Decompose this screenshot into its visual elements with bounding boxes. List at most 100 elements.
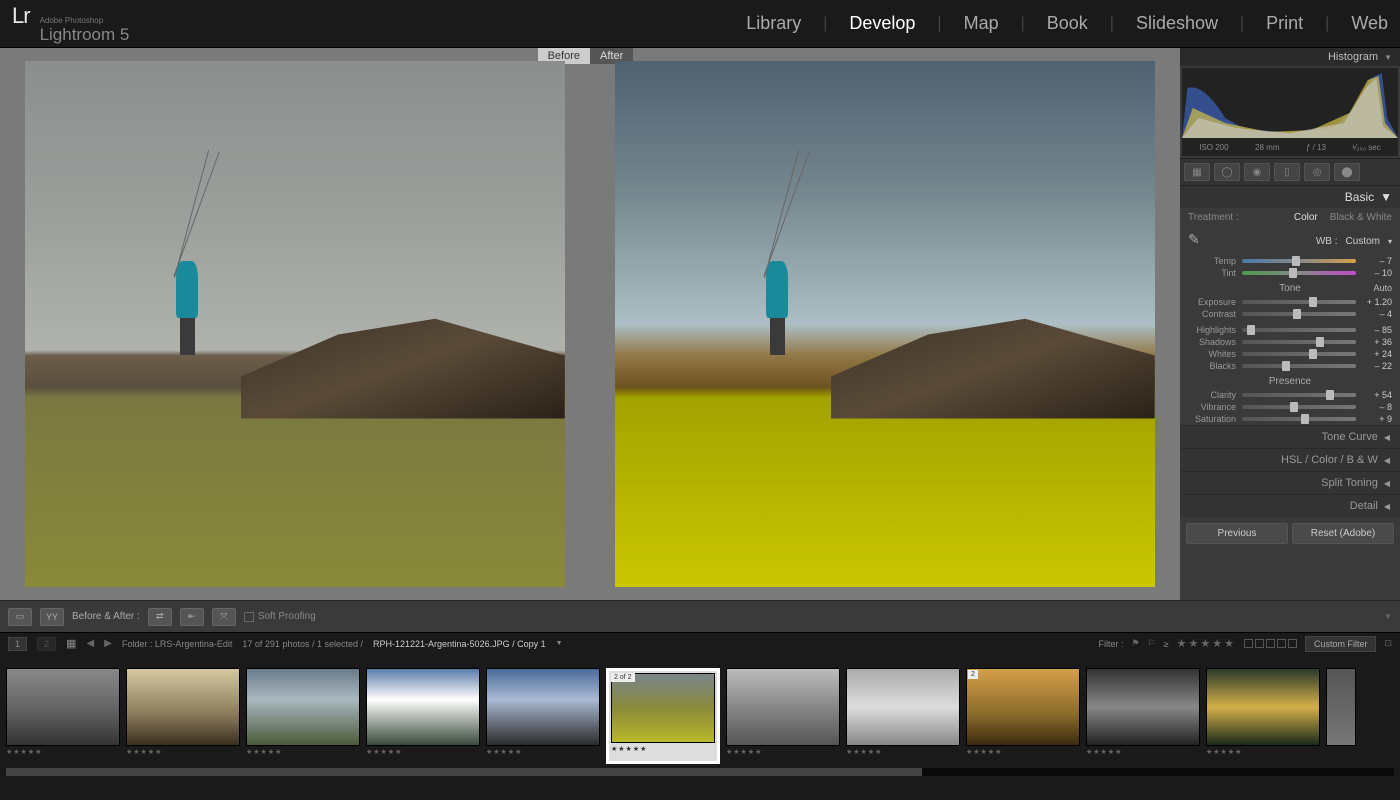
exposure-track[interactable] (1242, 300, 1356, 304)
tint-thumb[interactable] (1289, 268, 1297, 278)
thumbnail[interactable]: 2★★★★★ (966, 668, 1080, 764)
copy-after-icon[interactable]: ⤧ (212, 608, 236, 626)
highlights-value[interactable]: – 85 (1362, 325, 1392, 335)
contrast-slider[interactable]: Contrast – 4 (1180, 308, 1400, 320)
clarity-slider[interactable]: Clarity + 54 (1180, 389, 1400, 401)
temp-thumb[interactable] (1292, 256, 1300, 266)
thumbnail[interactable]: ★★★★★ (366, 668, 480, 764)
highlights-thumb[interactable] (1247, 325, 1255, 335)
histogram[interactable]: ISO 200 28 mm ƒ / 13 ¹⁄₂₅₀ sec (1182, 68, 1398, 156)
vibrance-track[interactable] (1242, 405, 1356, 409)
contrast-value[interactable]: – 4 (1362, 309, 1392, 319)
nav-next-icon[interactable]: ▶ (104, 638, 112, 649)
module-slideshow[interactable]: Slideshow (1136, 13, 1218, 34)
saturation-track[interactable] (1242, 417, 1356, 421)
thumbnail[interactable]: ★★★★★ (6, 668, 120, 764)
module-map[interactable]: Map (964, 13, 999, 34)
section-tone-curve[interactable]: Tone Curve◀ (1180, 425, 1400, 448)
shadows-slider[interactable]: Shadows + 36 (1180, 336, 1400, 348)
flag-icon[interactable] (703, 675, 713, 685)
thumbnail[interactable]: ★★★★★ (726, 668, 840, 764)
thumbnail[interactable]: ★★★★★ (1206, 668, 1320, 764)
exposure-thumb[interactable] (1309, 297, 1317, 307)
blacks-value[interactable]: – 22 (1362, 361, 1392, 371)
module-web[interactable]: Web (1351, 13, 1388, 34)
tint-value[interactable]: – 10 (1362, 268, 1392, 278)
vibrance-value[interactable]: – 8 (1362, 402, 1392, 412)
section-hsl-color-b-w[interactable]: HSL / Color / B & W◀ (1180, 448, 1400, 471)
nav-prev-icon[interactable]: ◀ (86, 638, 94, 649)
saturation-value[interactable]: + 9 (1362, 414, 1392, 424)
temp-slider[interactable]: Temp – 7 (1180, 255, 1400, 267)
copy-before-icon[interactable]: ⇤ (180, 608, 204, 626)
after-pane[interactable]: After (590, 48, 1180, 600)
thumbnail-selected[interactable]: 2 of 2 ★★★★★ (606, 668, 720, 764)
reset-button[interactable]: Reset (Adobe) (1292, 523, 1394, 544)
gradient-tool-icon[interactable]: ▯ (1274, 163, 1300, 181)
filmstrip-scrollbar[interactable] (6, 768, 1394, 776)
label-green[interactable] (1266, 639, 1275, 648)
module-develop[interactable]: Develop (849, 13, 915, 34)
blacks-slider[interactable]: Blacks – 22 (1180, 360, 1400, 372)
thumbnail[interactable] (1326, 668, 1356, 764)
auto-tone-button[interactable]: Auto (1373, 283, 1392, 293)
highlights-track[interactable] (1242, 328, 1356, 332)
label-purple[interactable] (1288, 639, 1297, 648)
saturation-thumb[interactable] (1301, 414, 1309, 424)
vibrance-thumb[interactable] (1290, 402, 1298, 412)
swap-icon[interactable]: ⇄ (148, 608, 172, 626)
window-1[interactable]: 1 (8, 637, 27, 651)
section-detail[interactable]: Detail◀ (1180, 494, 1400, 517)
flag-pick-icon[interactable]: ⚑ (1132, 638, 1140, 649)
saturation-slider[interactable]: Saturation + 9 (1180, 413, 1400, 425)
whites-thumb[interactable] (1309, 349, 1317, 359)
thumbnail[interactable]: ★★★★★ (846, 668, 960, 764)
contrast-track[interactable] (1242, 312, 1356, 316)
previous-button[interactable]: Previous (1186, 523, 1288, 544)
loupe-view-icon[interactable]: ▭ (8, 608, 32, 626)
label-blue[interactable] (1277, 639, 1286, 648)
basic-header[interactable]: Basic ▼ (1180, 186, 1400, 208)
shadows-value[interactable]: + 36 (1362, 337, 1392, 347)
grid-icon[interactable]: ▦ (66, 637, 76, 650)
treatment-color[interactable]: Color (1294, 212, 1318, 223)
temp-track[interactable] (1242, 259, 1356, 263)
clarity-value[interactable]: + 54 (1362, 390, 1392, 400)
clarity-track[interactable] (1242, 393, 1356, 397)
contrast-thumb[interactable] (1293, 309, 1301, 319)
rating-filter[interactable]: ★★★★★ (1177, 637, 1236, 650)
crop-tool-icon[interactable]: ▦ (1184, 163, 1210, 181)
highlights-slider[interactable]: Highlights – 85 (1180, 324, 1400, 336)
shadows-track[interactable] (1242, 340, 1356, 344)
treatment-bw[interactable]: Black & White (1330, 212, 1392, 223)
whites-track[interactable] (1242, 352, 1356, 356)
thumbnail[interactable]: ★★★★★ (1086, 668, 1200, 764)
spot-tool-icon[interactable]: ◯ (1214, 163, 1240, 181)
wb-dropdown[interactable]: Custom (1346, 236, 1380, 247)
whites-value[interactable]: + 24 (1362, 349, 1392, 359)
redeye-tool-icon[interactable]: ◉ (1244, 163, 1270, 181)
temp-value[interactable]: – 7 (1362, 256, 1392, 266)
label-yellow[interactable] (1255, 639, 1264, 648)
module-book[interactable]: Book (1047, 13, 1088, 34)
window-2[interactable]: 2 (37, 637, 56, 651)
custom-filter-dropdown[interactable]: Custom Filter (1305, 636, 1377, 652)
soft-proof-toggle[interactable]: Soft Proofing (244, 611, 316, 622)
exposure-value[interactable]: + 1.20 (1362, 297, 1392, 307)
tint-slider[interactable]: Tint – 10 (1180, 267, 1400, 279)
blacks-thumb[interactable] (1282, 361, 1290, 371)
filmstrip[interactable]: ★★★★★ ★★★★★ ★★★★★ ★★★★★ ★★★★★ 2 of 2 ★★★… (0, 654, 1400, 778)
section-split-toning[interactable]: Split Toning◀ (1180, 471, 1400, 494)
breadcrumb-dropdown-icon[interactable]: ▼ (556, 640, 563, 647)
toolbar-menu-icon[interactable]: ▼ (1384, 612, 1392, 621)
exposure-slider[interactable]: Exposure + 1.20 (1180, 296, 1400, 308)
compare-view-icon[interactable]: YY (40, 608, 64, 626)
blacks-track[interactable] (1242, 364, 1356, 368)
flag-reject-icon[interactable]: ⚐ (1148, 638, 1156, 649)
label-red[interactable] (1244, 639, 1253, 648)
shadows-thumb[interactable] (1316, 337, 1324, 347)
thumbnail[interactable]: ★★★★★ (246, 668, 360, 764)
folder-path[interactable]: Folder : LRS-Argentina-Edit (122, 639, 233, 649)
vibrance-slider[interactable]: Vibrance – 8 (1180, 401, 1400, 413)
radial-tool-icon[interactable]: ◎ (1304, 163, 1330, 181)
